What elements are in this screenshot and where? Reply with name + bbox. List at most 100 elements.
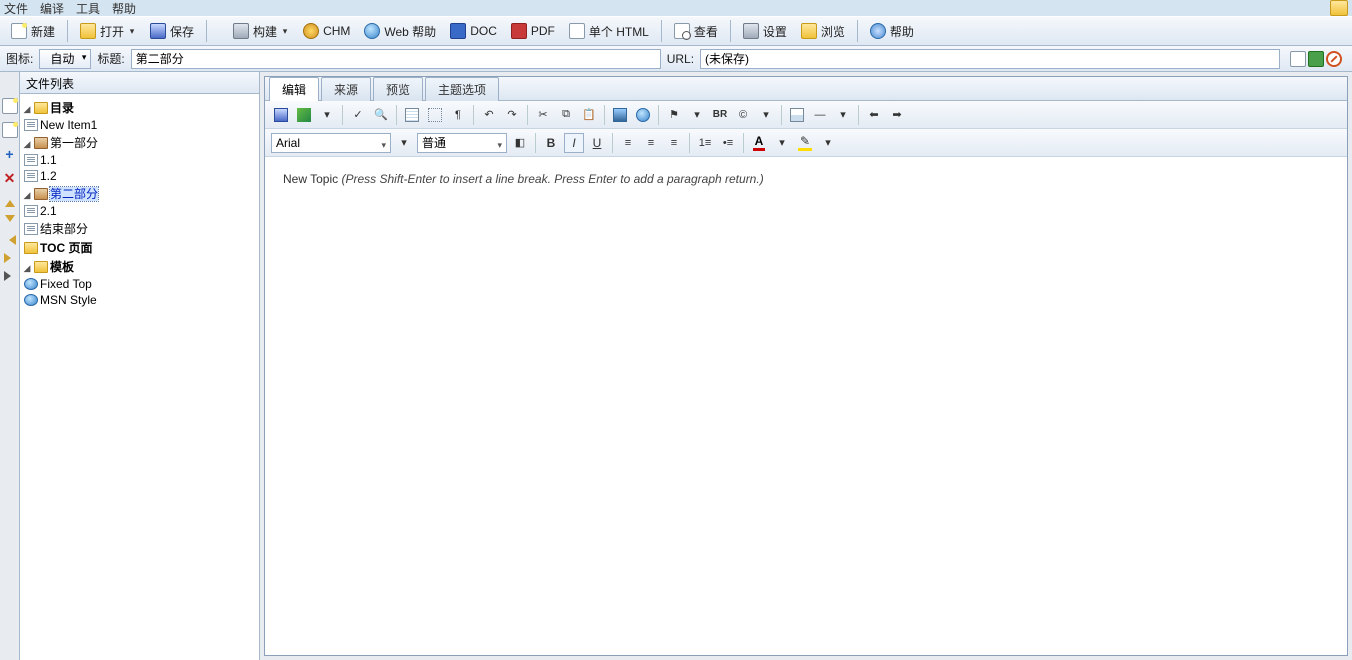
underline-button[interactable]: U xyxy=(587,133,607,153)
tree-item-part1[interactable]: 第一部分 xyxy=(50,136,98,150)
align-left-icon[interactable]: ≡ xyxy=(618,133,638,153)
delete-icon[interactable]: ✕ xyxy=(4,170,16,187)
undo-icon[interactable]: ↶ xyxy=(479,105,499,125)
url-input[interactable] xyxy=(700,49,1280,69)
tree-item-part2[interactable]: 第二部分 xyxy=(50,187,98,201)
move-up-icon[interactable] xyxy=(5,195,15,207)
tree-item-1-1[interactable]: 1.1 xyxy=(40,153,57,167)
expand-icon[interactable] xyxy=(4,271,16,281)
tree-item-end[interactable]: 结束部分 xyxy=(40,222,88,236)
copy-icon[interactable]: ⧉ xyxy=(556,105,576,125)
linebreak-button[interactable]: BR xyxy=(710,105,730,125)
outdent-icon[interactable]: ⬅ xyxy=(864,105,884,125)
chevron-down-icon[interactable]: ▾ xyxy=(281,26,289,37)
tab-preview[interactable]: 预览 xyxy=(373,77,423,101)
italic-button[interactable]: I xyxy=(564,133,584,153)
indent-icon[interactable]: ➡ xyxy=(887,105,907,125)
doc-button[interactable]: DOC xyxy=(445,20,502,42)
tree-item-tmpl1[interactable]: Fixed Top xyxy=(40,277,92,291)
chevron-down-icon[interactable]: ▾ xyxy=(317,105,337,125)
noentry-icon[interactable] xyxy=(1326,51,1342,67)
tab-topicopts[interactable]: 主题选项 xyxy=(425,77,499,101)
tree-toggle[interactable]: ◢ xyxy=(22,139,32,150)
unordered-list-icon[interactable]: •≡ xyxy=(718,133,738,153)
chevron-down-icon[interactable]: ▾ xyxy=(687,105,707,125)
find-icon[interactable]: 🔍 xyxy=(371,105,391,125)
chevron-down-icon[interactable]: ▾ xyxy=(833,105,853,125)
chevron-down-icon[interactable]: ▾ xyxy=(394,133,414,153)
plus-icon[interactable]: + xyxy=(5,146,13,162)
save-icon[interactable] xyxy=(271,105,291,125)
book-icon xyxy=(34,188,48,200)
save-button[interactable]: 保存 xyxy=(145,20,199,43)
chevron-down-icon[interactable]: ▾ xyxy=(772,133,792,153)
eraser-icon[interactable]: ◧ xyxy=(510,133,530,153)
tree-item-2-1[interactable]: 2.1 xyxy=(40,204,57,218)
webhelp-button[interactable]: Web 帮助 xyxy=(359,20,441,43)
open-button[interactable]: 打开▾ xyxy=(75,20,141,43)
redo-icon[interactable]: ↷ xyxy=(502,105,522,125)
tree-tocpages[interactable]: TOC 页面 xyxy=(40,241,92,255)
tree-toggle[interactable]: ◢ xyxy=(22,263,32,274)
chevron-down-icon[interactable]: ▾ xyxy=(756,105,776,125)
tree-toggle[interactable]: ◢ xyxy=(22,190,32,201)
tree-item-1-2[interactable]: 1.2 xyxy=(40,169,57,183)
flag-icon[interactable] xyxy=(1308,51,1324,67)
editor-content[interactable]: New Topic (Press Shift-Enter to insert a… xyxy=(265,157,1347,655)
align-right-icon[interactable]: ≡ xyxy=(664,133,684,153)
flag-icon[interactable]: ⚑ xyxy=(664,105,684,125)
tab-edit[interactable]: 编辑 xyxy=(269,77,319,101)
ordered-list-icon[interactable]: 1≡ xyxy=(695,133,715,153)
link-icon[interactable] xyxy=(633,105,653,125)
copyright-icon[interactable]: © xyxy=(733,105,753,125)
file-tree[interactable]: ◢ 目录 New Item1 ◢ 第一部分 1.1 1.2 ◢ 第二部分 2.1 结束… xyxy=(20,94,259,660)
menu-file[interactable]: 文件 xyxy=(4,0,28,16)
help-button[interactable]: 帮助 xyxy=(865,20,919,43)
align-center-icon[interactable]: ≡ xyxy=(641,133,661,153)
icon-dropdown[interactable]: 自动 xyxy=(39,49,91,69)
tree-toggle[interactable]: ◢ xyxy=(22,104,32,115)
add-topic-icon[interactable] xyxy=(2,98,18,114)
page-status-icon[interactable] xyxy=(1290,51,1306,67)
cut-icon[interactable]: ✂ xyxy=(533,105,553,125)
tree-root[interactable]: 目录 xyxy=(50,101,74,115)
new-button[interactable]: 新建 xyxy=(6,20,60,43)
move-left-icon[interactable] xyxy=(4,235,16,245)
title-input[interactable] xyxy=(131,49,661,69)
move-down-icon[interactable] xyxy=(5,215,15,227)
menu-help[interactable]: 帮助 xyxy=(112,0,136,16)
table-icon[interactable] xyxy=(787,105,807,125)
move-right-icon[interactable] xyxy=(4,253,16,263)
spellcheck-icon[interactable]: ✓ xyxy=(348,105,368,125)
separator xyxy=(527,105,528,125)
singlehtml-button[interactable]: 单个 HTML xyxy=(564,20,654,43)
chevron-down-icon[interactable]: ▾ xyxy=(818,133,838,153)
grid-icon[interactable] xyxy=(402,105,422,125)
browse-button[interactable]: 浏览 xyxy=(796,20,850,43)
menu-tools[interactable]: 工具 xyxy=(76,0,100,16)
hr-icon[interactable]: — xyxy=(810,105,830,125)
edit-icon[interactable] xyxy=(294,105,314,125)
tree-item-newitem1[interactable]: New Item1 xyxy=(40,118,97,132)
bold-button[interactable]: B xyxy=(541,133,561,153)
pdf-button[interactable]: PDF xyxy=(506,20,560,42)
highlight-icon[interactable]: ✎ xyxy=(795,133,815,153)
chevron-down-icon[interactable]: ▾ xyxy=(128,26,136,37)
tree-item-tmpl2[interactable]: MSN Style xyxy=(40,293,97,307)
sidebar: 文件列表 ◢目录 New Item1 ◢第一部分 1.1 1.2 ◢第二部分 2… xyxy=(20,72,260,660)
tab-source[interactable]: 来源 xyxy=(321,77,371,101)
pilcrow-icon[interactable]: ¶ xyxy=(448,105,468,125)
tree-templates[interactable]: 模板 xyxy=(50,260,74,274)
image-icon[interactable] xyxy=(610,105,630,125)
paste-icon[interactable]: 📋 xyxy=(579,105,599,125)
menu-compile[interactable]: 编译 xyxy=(40,0,64,16)
style-select[interactable]: 普通 xyxy=(417,133,507,153)
settings-button[interactable]: 设置 xyxy=(738,20,792,43)
add-page-icon[interactable] xyxy=(2,122,18,138)
chm-button[interactable]: CHM xyxy=(298,20,355,42)
build-button[interactable]: 构建▾ xyxy=(228,20,294,43)
dotgrid-icon[interactable] xyxy=(425,105,445,125)
font-color-icon[interactable]: A xyxy=(749,133,769,153)
view-button[interactable]: 查看 xyxy=(669,20,723,43)
font-select[interactable]: Arial xyxy=(271,133,391,153)
